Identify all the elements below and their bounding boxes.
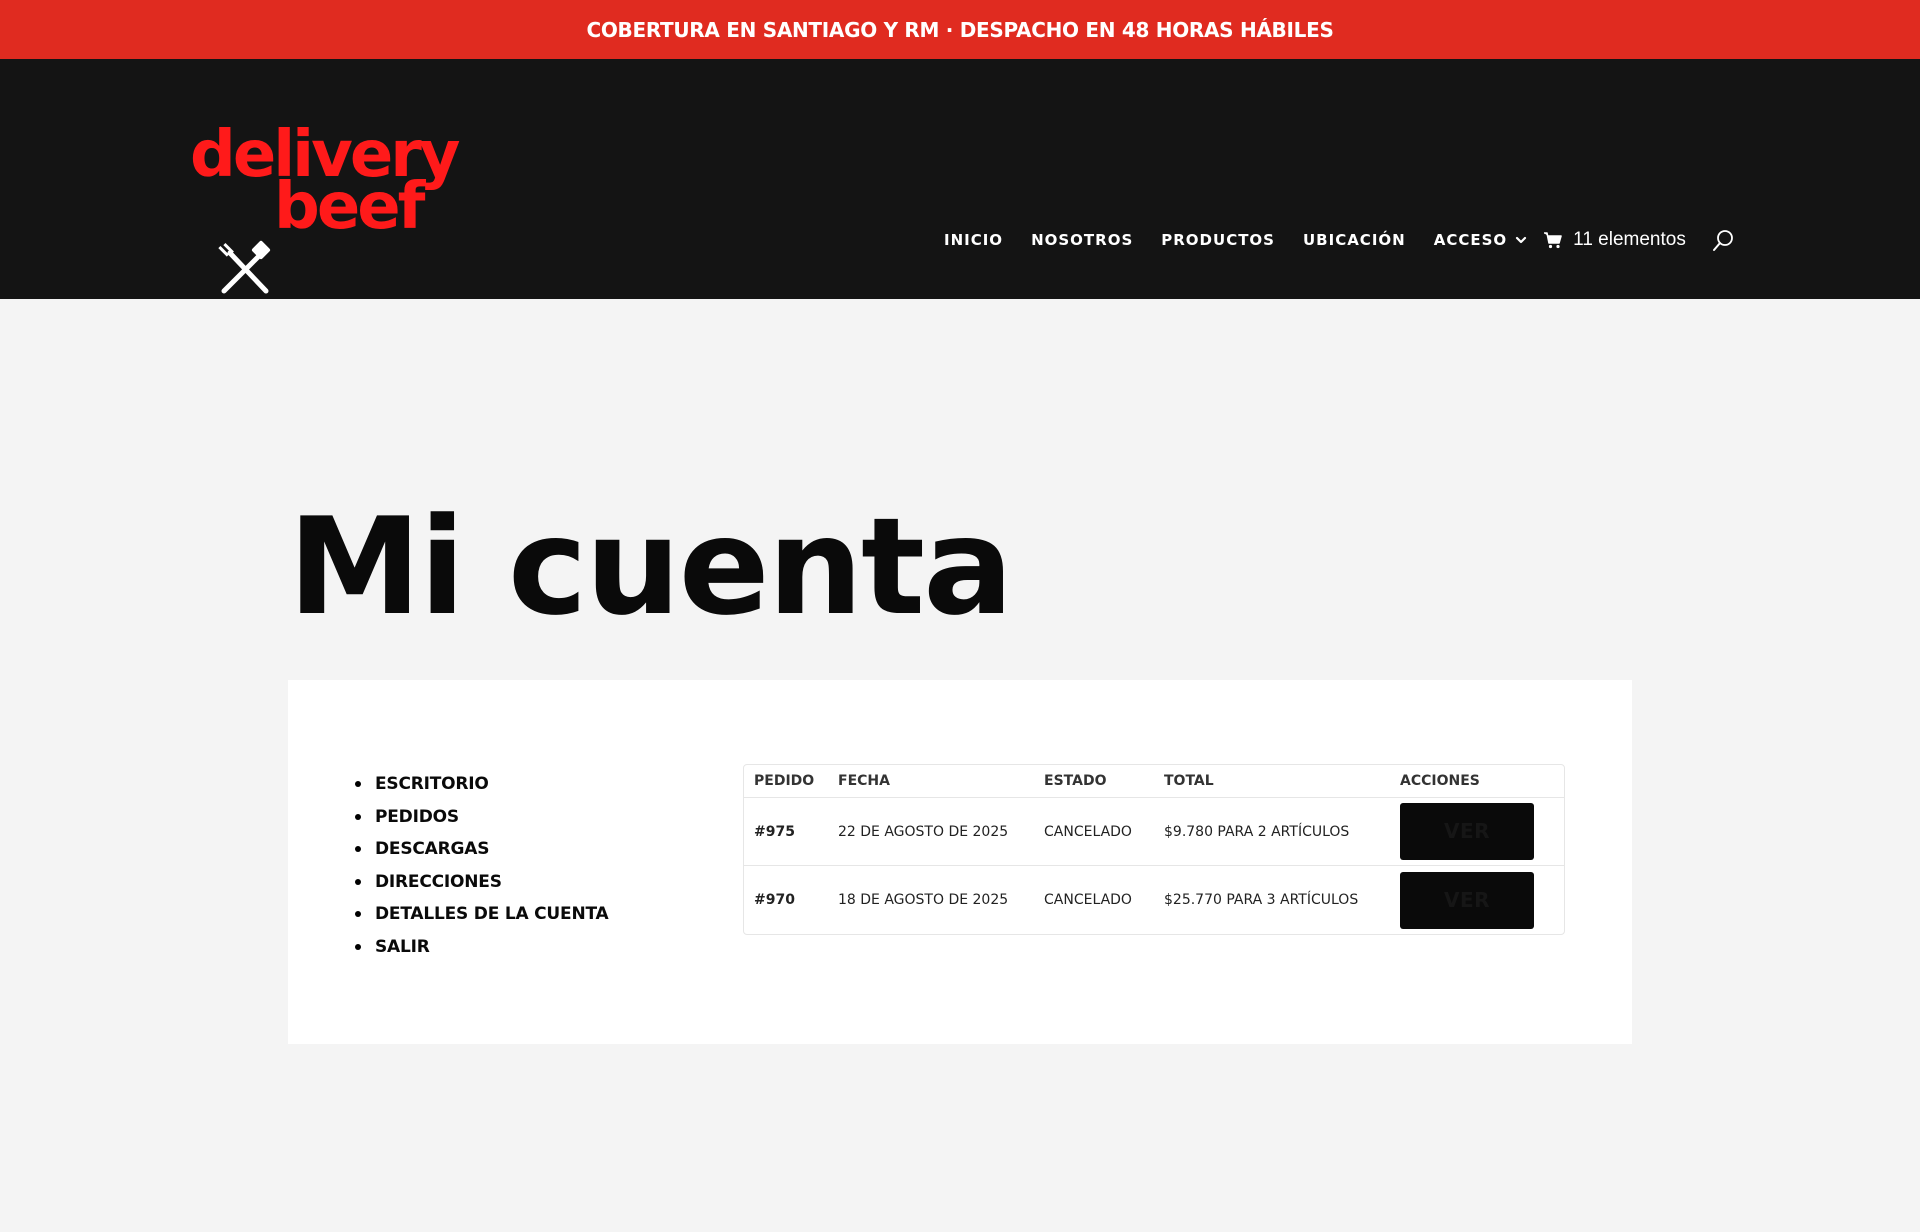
account-nav-direcciones[interactable]: DIRECCIONES: [375, 872, 502, 892]
bullet: [355, 813, 361, 820]
bullet: [355, 846, 361, 853]
order-status: CANCELADO: [1034, 798, 1154, 866]
bullet: [355, 911, 361, 918]
account-nav-item: PEDIDOS: [353, 801, 609, 834]
cart-count-label: 11 elementos: [1573, 229, 1686, 250]
order-actions-cell: VER: [1390, 798, 1564, 866]
announcement-bar: COBERTURA EN SANTIAGO Y RM · DESPACHO EN…: [0, 0, 1920, 59]
site-header: delivery beef INICIO NOSOTROS PRODUCTOS …: [0, 59, 1920, 299]
order-date: 22 DE AGOSTO DE 2025: [828, 798, 1034, 866]
order-total: $9.780 PARA 2 ARTÍCULOS: [1154, 798, 1390, 866]
account-nav-escritorio[interactable]: ESCRITORIO: [375, 774, 489, 794]
orders-table: PEDIDO FECHA ESTADO TOTAL ACCIONES #975 …: [743, 764, 1565, 935]
site-logo[interactable]: delivery beef: [190, 123, 465, 294]
column-header-total: TOTAL: [1154, 765, 1390, 798]
column-header-order: PEDIDO: [744, 765, 828, 798]
bullet: [355, 878, 361, 885]
announcement-text: COBERTURA EN SANTIAGO Y RM · DESPACHO EN…: [586, 17, 1334, 42]
account-nav-item: SALIR: [353, 931, 609, 964]
logo-text-line2: beef: [274, 170, 425, 244]
order-actions-cell: VER: [1390, 866, 1564, 934]
account-nav-pedidos[interactable]: PEDIDOS: [375, 807, 459, 827]
table-row: #975 22 DE AGOSTO DE 2025 CANCELADO $9.7…: [744, 798, 1564, 866]
nav-item-acceso-label: ACCESO: [1433, 231, 1508, 249]
nav-item-nosotros[interactable]: NOSOTROS: [1031, 231, 1133, 249]
column-header-actions: ACCIONES: [1390, 765, 1564, 798]
order-number-link[interactable]: #970: [744, 866, 828, 934]
account-nav-item: ESCRITORIO: [353, 768, 609, 801]
account-nav-descargas[interactable]: DESCARGAS: [375, 839, 489, 859]
order-date: 18 DE AGOSTO DE 2025: [838, 892, 1009, 908]
bullet: [355, 943, 361, 950]
nav-item-ubicacion[interactable]: UBICACIÓN: [1303, 231, 1406, 249]
account-content-card: ESCRITORIO PEDIDOS DESCARGAS DIRECCIONES…: [288, 680, 1632, 1044]
nav-item-productos[interactable]: PRODUCTOS: [1161, 231, 1275, 249]
account-nav-item: DETALLES DE LA CUENTA: [353, 898, 609, 931]
nav-item-acceso[interactable]: ACCESO: [1434, 231, 1527, 249]
utensils-icon: [218, 240, 271, 294]
main-nav: INICIO NOSOTROS PRODUCTOS UBICACIÓN ACCE…: [944, 225, 1736, 255]
nav-item-inicio[interactable]: INICIO: [944, 231, 1003, 249]
column-header-date: FECHA: [828, 765, 1034, 798]
table-header-row: PEDIDO FECHA ESTADO TOTAL ACCIONES: [744, 765, 1564, 798]
page-title: Mi cuenta: [288, 489, 1014, 645]
column-header-status: ESTADO: [1034, 765, 1154, 798]
search-icon[interactable]: [1712, 228, 1736, 252]
account-nav-detalles[interactable]: DETALLES DE LA CUENTA: [375, 904, 609, 924]
chevron-down-icon: [1516, 236, 1527, 244]
view-order-button[interactable]: VER: [1400, 803, 1534, 860]
bullet: [355, 781, 361, 788]
table-row: #970 18 DE AGOSTO DE 2025 CANCELADO $25.…: [744, 866, 1564, 934]
account-nav-salir[interactable]: SALIR: [375, 937, 430, 957]
account-navigation: ESCRITORIO PEDIDOS DESCARGAS DIRECCIONES…: [353, 768, 609, 963]
order-total: $25.770 PARA 3 ARTÍCULOS: [1164, 892, 1359, 908]
account-nav-item: DESCARGAS: [353, 833, 609, 866]
view-order-button[interactable]: VER: [1400, 871, 1534, 929]
cart-icon: [1544, 232, 1562, 249]
cart-link[interactable]: 11 elementos: [1543, 229, 1686, 251]
account-nav-item: DIRECCIONES: [353, 866, 609, 899]
order-number-link[interactable]: #975: [744, 798, 828, 866]
order-status: CANCELADO: [1044, 892, 1132, 908]
